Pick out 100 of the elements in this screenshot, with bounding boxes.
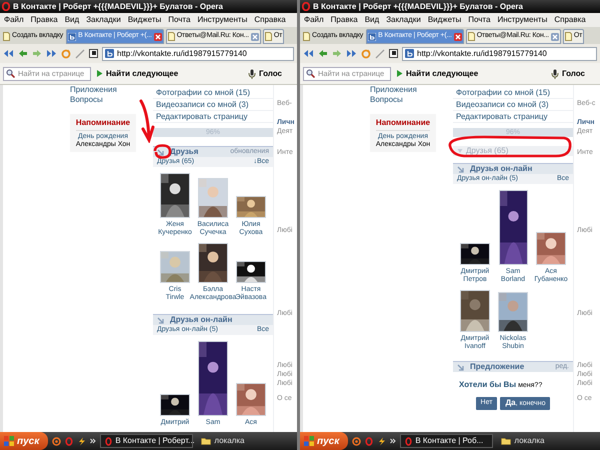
taskbar-button[interactable]: В Контакте | Роб... (400, 434, 494, 448)
voice-button[interactable]: Голос (248, 68, 282, 80)
mail-agent-icon[interactable] (352, 436, 362, 446)
expand-icon (457, 148, 463, 154)
profile-link[interactable]: Редактировать страницу (153, 111, 273, 123)
sidebar-link[interactable]: Вопросы (370, 95, 453, 105)
page-icon (168, 32, 175, 41)
microphone-icon (550, 68, 559, 78)
profile-link[interactable]: Фотографии со мной (15) (453, 87, 573, 99)
collapse-icon (157, 148, 164, 156)
find-next-button[interactable]: Найти следующее (396, 68, 478, 80)
profile-link[interactable]: Редактировать страницу (453, 111, 573, 123)
taskbar-button[interactable]: локалка (197, 434, 278, 448)
windows-logo-icon (304, 436, 314, 446)
arrow-annotation-drawing (139, 99, 155, 143)
close-icon[interactable] (550, 32, 559, 40)
section-header[interactable]: Друзья он-лайн (453, 163, 573, 174)
close-icon[interactable] (250, 32, 259, 40)
collapse-icon (457, 166, 464, 172)
menu-item[interactable]: Почта (468, 14, 490, 26)
menu-item[interactable]: Правка (330, 14, 358, 26)
menu-item[interactable]: Виджеты (428, 14, 462, 26)
folder-icon (501, 437, 512, 445)
start-button[interactable]: пуск (300, 432, 348, 450)
sidebar-link[interactable]: Вопросы (70, 95, 153, 105)
collapse-icon (157, 316, 164, 324)
reload-icon[interactable] (361, 48, 371, 58)
profile-link[interactable]: Фотографии со мной (15) (153, 87, 273, 99)
menu-item[interactable]: Виджеты (128, 14, 162, 26)
circle-annotation-drawing (153, 144, 172, 159)
stop-icon[interactable] (89, 49, 98, 58)
play-icon (396, 69, 403, 78)
page-icon (468, 32, 475, 41)
fast-forward-icon[interactable] (46, 49, 57, 58)
menu-item[interactable]: Файл (304, 14, 324, 26)
voice-button[interactable]: Голос (550, 68, 585, 80)
menu-item[interactable]: Файл (4, 14, 24, 26)
menu-item[interactable]: Вид (364, 14, 380, 26)
page-icon (303, 32, 310, 41)
rewind-icon[interactable] (303, 49, 314, 58)
chevron-icon[interactable] (390, 438, 396, 444)
section-header[interactable]: Друзья он-лайн (153, 314, 273, 325)
menu-item[interactable]: Инструменты (197, 14, 248, 26)
address-field[interactable]: http://vkontakte.ru/id1987915779140 (102, 46, 294, 60)
stop-icon[interactable] (389, 49, 398, 58)
profile-link[interactable]: Видеозаписи со мной (3) (153, 99, 273, 111)
section-title: Друзья он-лайн (170, 314, 232, 326)
collapse-icon (457, 364, 464, 370)
reminder-title: Напоминание (376, 117, 430, 131)
opera-logo-icon[interactable] (365, 436, 374, 446)
vk-favicon-icon (105, 49, 114, 58)
close-icon[interactable] (454, 32, 462, 40)
reminder-title: Напоминание (76, 117, 130, 131)
menu-item[interactable]: Закладки (386, 14, 421, 26)
section-title: Предложение (470, 361, 524, 373)
search-icon (6, 69, 15, 78)
lightning-icon[interactable] (77, 436, 86, 446)
search-icon (306, 69, 315, 78)
menu-item[interactable]: Правка (30, 14, 58, 26)
profile-link[interactable]: Видеозаписи со мной (3) (453, 99, 573, 111)
page-icon (264, 32, 272, 41)
start-button[interactable]: пуск (0, 432, 48, 450)
opera-logo-icon[interactable] (65, 436, 74, 446)
edit-icon[interactable] (75, 48, 85, 58)
sidebar-link[interactable]: Приложения (70, 85, 153, 95)
windows-logo-icon (4, 436, 14, 446)
find-next-button[interactable]: Найти следующее (96, 68, 178, 80)
reload-icon[interactable] (61, 48, 71, 58)
taskbar-button[interactable]: локалка (497, 434, 578, 448)
page-icon (3, 32, 10, 41)
address-field[interactable]: http://vkontakte.ru/id1987915779140 (402, 46, 597, 60)
menu-item[interactable]: Вид (64, 14, 80, 26)
opera-logo-icon (105, 436, 112, 446)
window-title: В Контакте | Роберт +{{{MADEVIL}}}+ Булатов - Opera (313, 0, 523, 12)
section-title: Друзья он-лайн (470, 163, 532, 174)
menu-item[interactable]: Инструменты (497, 14, 548, 26)
edit-icon[interactable] (375, 48, 385, 58)
mail-agent-icon[interactable] (52, 436, 62, 446)
menu-item[interactable]: Закладки (86, 14, 121, 26)
menu-item[interactable]: Справка (254, 14, 286, 26)
chevron-icon[interactable] (90, 438, 96, 444)
page-icon (564, 32, 572, 41)
opera-logo-icon (302, 2, 310, 11)
folder-icon (201, 437, 212, 445)
menu-item[interactable]: Справка (554, 14, 586, 26)
close-icon[interactable] (154, 32, 162, 40)
taskbar-button[interactable]: В Контакте | Роберт... (100, 434, 194, 448)
back-icon[interactable] (318, 49, 328, 58)
vk-favicon-icon (68, 32, 76, 40)
menu-item[interactable]: Почта (168, 14, 190, 26)
lightning-icon[interactable] (377, 436, 386, 446)
vk-favicon-icon (405, 49, 414, 58)
opera-logo-icon (2, 2, 10, 11)
rewind-icon[interactable] (3, 49, 14, 58)
window-title: В Контакте | Роберт +{{{MADEVIL}}}+ Булатов - Opera (13, 0, 223, 12)
sidebar-link[interactable]: Приложения (370, 85, 453, 95)
back-icon[interactable] (18, 49, 28, 58)
microphone-icon (248, 68, 256, 78)
fast-forward-icon[interactable] (346, 49, 357, 58)
opera-logo-icon (405, 436, 412, 446)
